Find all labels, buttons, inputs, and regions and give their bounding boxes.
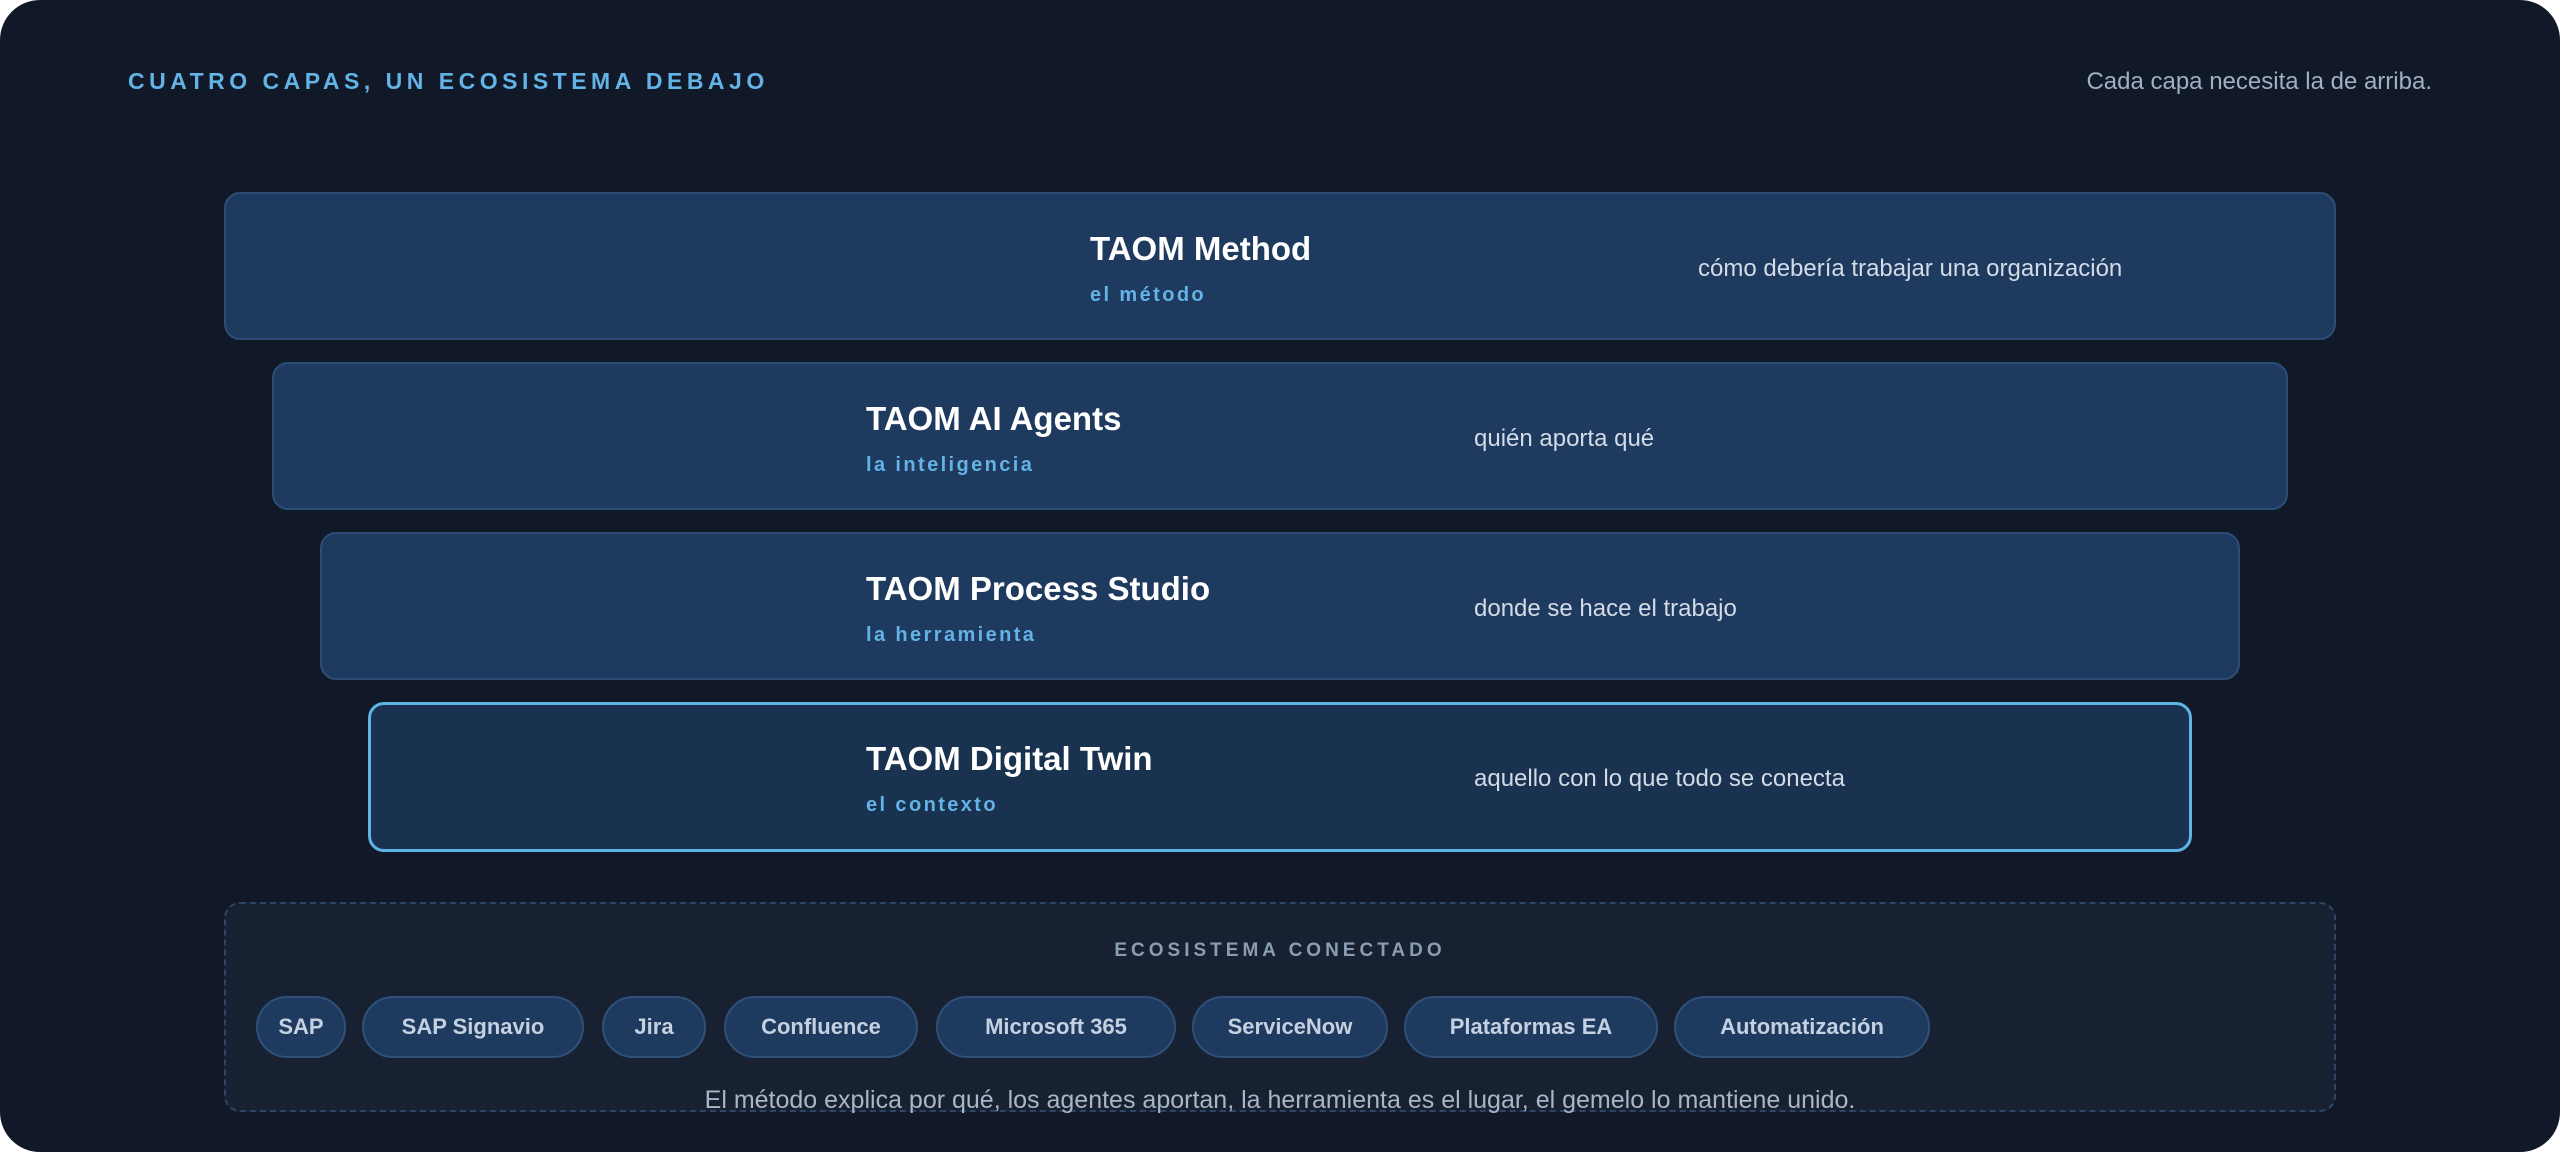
section-tagline: Cada capa necesita la de arriba. (2086, 68, 2432, 95)
ecosystem-chip: SAP (256, 996, 346, 1058)
layer-name: TAOM Method (1090, 230, 1312, 267)
layer-subtitle: el método (1090, 284, 1207, 306)
ecosystem-title: ECOSISTEMA CONECTADO (1114, 940, 1446, 961)
layer-description: cómo debería trabajar una organización (1698, 255, 2123, 282)
ecosystem-chip: ServiceNow (1192, 996, 1388, 1058)
layer-description: aquello con lo que todo se conecta (1474, 765, 1845, 792)
layer-subtitle: la herramienta (866, 624, 1037, 646)
layer-subtitle: el contexto (866, 794, 998, 816)
layer-description: donde se hace el trabajo (1474, 595, 1737, 622)
ecosystem-chip: Jira (602, 996, 706, 1058)
ecosystem-chip: Microsoft 365 (936, 996, 1176, 1058)
layer-subtitle: la inteligencia (866, 454, 1035, 476)
ecosystem-chip: Confluence (724, 996, 918, 1058)
ecosystem-panel: ECOSISTEMA CONECTADO SAP SAP Signavio Ji… (224, 902, 2336, 1112)
layer-digital-twin: TAOM Digital Twin el contexto aquello co… (368, 702, 2192, 852)
layer-name: TAOM Digital Twin (866, 740, 1153, 777)
layer-description: quién aporta qué (1474, 425, 1655, 452)
canvas: CUATRO CAPAS, UN ECOSISTEMA DEBAJO Cada … (0, 0, 2560, 1152)
ecosystem-chip: Automatización (1674, 996, 1930, 1058)
ecosystem-chip: SAP Signavio (362, 996, 584, 1058)
layer-process-studio: TAOM Process Studio la herramienta donde… (320, 532, 2240, 680)
layer-method: TAOM Method el método cómo debería traba… (224, 192, 2336, 340)
layer-ai-agents: TAOM AI Agents la inteligencia quién apo… (272, 362, 2288, 510)
ecosystem-chip: Plataformas EA (1404, 996, 1658, 1058)
section-eyebrow: CUATRO CAPAS, UN ECOSISTEMA DEBAJO (128, 68, 769, 94)
layer-name: TAOM AI Agents (866, 400, 1122, 437)
footnote: El método explica por qué, los agentes a… (704, 1086, 1856, 1114)
layer-name: TAOM Process Studio (866, 570, 1211, 607)
